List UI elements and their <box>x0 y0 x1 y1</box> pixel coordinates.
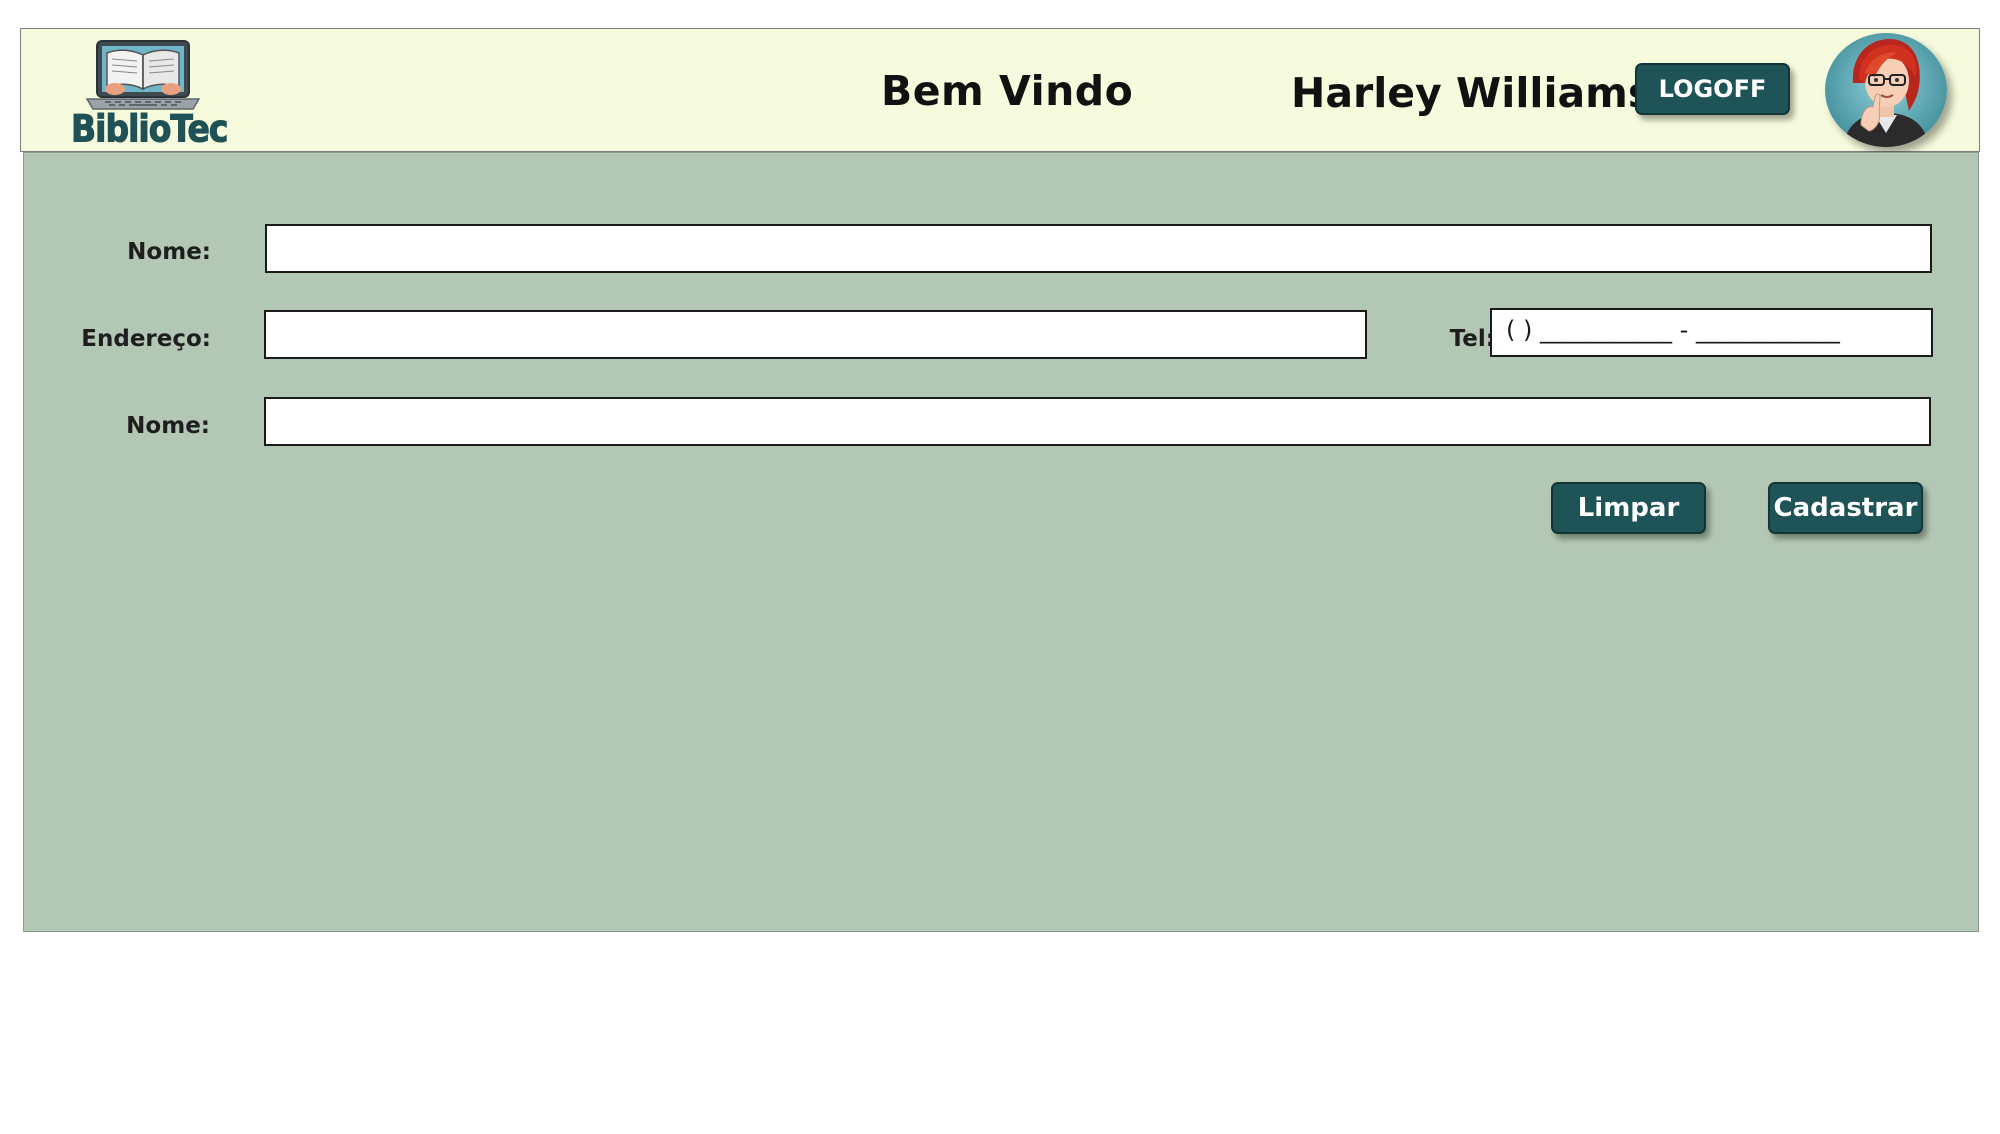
tel-input[interactable]: ( ) ___________ - ____________ <box>1490 308 1933 357</box>
welcome-title: Bem Vindo <box>881 67 1134 115</box>
app-logo: BiblioTec <box>71 39 229 151</box>
nome-label: Nome: <box>127 239 211 265</box>
limpar-button[interactable]: Limpar <box>1551 482 1706 534</box>
user-avatar[interactable] <box>1825 33 1947 147</box>
tel-label: Tel: <box>1449 326 1495 352</box>
book-laptop-icon <box>85 40 201 110</box>
nome-input[interactable] <box>265 224 1932 273</box>
nome2-input[interactable] <box>264 397 1931 446</box>
cadastrar-button[interactable]: Cadastrar <box>1768 482 1923 534</box>
avatar-icon <box>1825 33 1947 147</box>
nome2-label: Nome: <box>126 413 210 439</box>
logoff-button[interactable]: LOGOFF <box>1635 63 1790 115</box>
endereco-label: Endereço: <box>81 326 211 352</box>
app-header: BiblioTec Bem Vindo Harley Williams LOGO… <box>20 28 1980 152</box>
endereco-input[interactable] <box>264 310 1367 359</box>
logo-text: BiblioTec <box>71 106 229 151</box>
user-name: Harley Williams <box>1291 69 1653 117</box>
form-panel: Nome: Endereço: Tel: ( ) ___________ - _… <box>23 152 1979 932</box>
